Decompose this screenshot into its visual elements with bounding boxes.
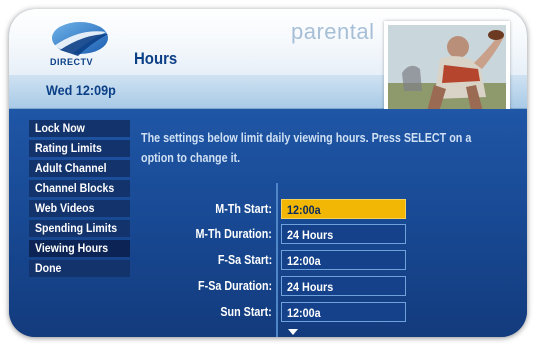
mth-duration-label: M-Th Duration: (195, 227, 272, 241)
scroll-down-arrow-icon[interactable] (288, 329, 298, 335)
menu-item-adult-channel[interactable]: Adult Channel (29, 160, 130, 177)
fsa-start-label: F-Sa Start: (217, 253, 272, 267)
promo-photo (384, 21, 510, 121)
fsa-start-field[interactable]: 12:00a (281, 250, 406, 270)
side-menu: Lock Now Rating Limits Adult Channel Cha… (29, 120, 130, 280)
sun-start-field[interactable]: 12:00a (281, 302, 406, 322)
mth-duration-field[interactable]: 24 Hours (281, 224, 406, 244)
divider-line (276, 183, 278, 337)
sun-start-label: Sun Start: (220, 305, 272, 319)
instructions-line-1: The settings below limit daily viewing h… (141, 131, 472, 145)
menu-item-done[interactable]: Done (29, 260, 130, 277)
section-title: parental (291, 19, 375, 44)
page-title: Hours (134, 49, 178, 68)
menu-item-channel-blocks[interactable]: Channel Blocks (29, 180, 130, 197)
brand-wordmark: DIRECTV (50, 57, 94, 67)
menu-item-viewing-hours[interactable]: Viewing Hours (29, 240, 130, 257)
mth-start-label: M-Th Start: (215, 202, 272, 216)
football-player-image (388, 25, 506, 117)
fsa-duration-field[interactable]: 24 Hours (281, 276, 406, 296)
fsa-duration-label: F-Sa Duration: (197, 279, 272, 293)
mth-start-field[interactable]: 12:00a (281, 199, 406, 219)
menu-item-web-videos[interactable]: Web Videos (29, 200, 130, 217)
clock: Wed 12:09p (46, 82, 116, 98)
instructions-text: The settings below limit daily viewing h… (141, 128, 501, 168)
instructions-line-2: option to change it. (141, 151, 241, 165)
menu-item-rating-limits[interactable]: Rating Limits (29, 140, 130, 157)
menu-item-spending-limits[interactable]: Spending Limits (29, 220, 130, 237)
menu-item-lock-now[interactable]: Lock Now (29, 120, 130, 137)
